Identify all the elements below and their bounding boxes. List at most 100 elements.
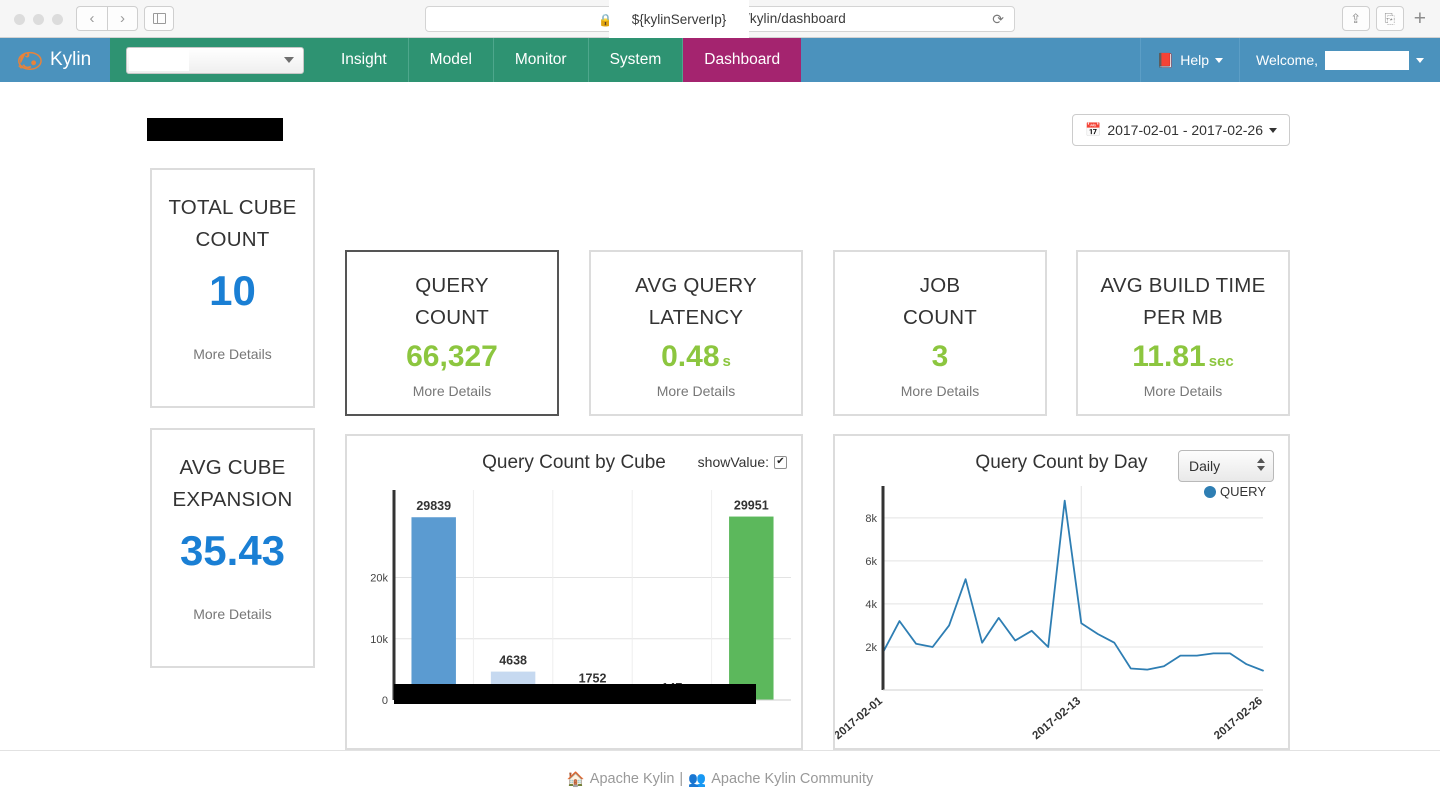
chevron-down-icon	[284, 57, 294, 63]
kpi-title: TOTAL CUBE COUNT	[168, 192, 296, 256]
forward-icon: ›	[120, 10, 125, 27]
line-chart-svg: 2k4k6k8k2017-02-012017-02-132017-02-26	[835, 478, 1288, 748]
bar-xaxis-labels-redaction	[394, 684, 756, 704]
svg-text:2017-02-01: 2017-02-01	[835, 695, 885, 742]
check-icon: ✔	[776, 457, 784, 467]
show-value-toggle[interactable]: showValue: ✔	[698, 454, 787, 470]
more-details-link[interactable]: More Details	[901, 383, 980, 399]
project-selector-wrapper	[110, 38, 320, 82]
browser-toolbar-right: ⇪ ⎘ +	[1342, 6, 1430, 31]
sidebar-toggle-button[interactable]	[144, 6, 174, 31]
project-select[interactable]	[126, 47, 304, 74]
kpi-title-line1: AVG QUERY	[635, 274, 757, 297]
new-tab-icon[interactable]: +	[1410, 8, 1430, 29]
kpi-value-unit: s	[723, 353, 731, 370]
svg-text:0: 0	[382, 695, 388, 707]
page-footer: 🏠 Apache Kylin | 👥 Apache Kylin Communit…	[0, 750, 1440, 807]
footer-separator: |	[679, 771, 683, 787]
granularity-value: Daily	[1189, 458, 1220, 474]
brand-name: Kylin	[50, 49, 91, 71]
username-redaction	[1325, 51, 1409, 70]
main-nav-tabs: Insight Model Monitor System Dashboard	[320, 38, 801, 82]
browser-chrome: ‹ › 🔒 /kylin/dashboard ⟳ ${kylinServerIp…	[0, 0, 1440, 38]
kpi-title-line2: COUNT	[903, 306, 977, 329]
maximize-window-icon[interactable]	[52, 14, 63, 25]
date-range-picker[interactable]: 📅 2017-02-01 - 2017-02-26	[1072, 114, 1290, 146]
bar-chart-svg: 010k20k298394638175214729951	[347, 478, 801, 748]
kpi-value: 3	[932, 342, 949, 372]
kpi-value-number: 11.81	[1132, 340, 1205, 373]
svg-text:2017-02-13: 2017-02-13	[1030, 695, 1083, 742]
help-menu[interactable]: 📕 Help	[1140, 38, 1240, 82]
user-menu[interactable]: Welcome,	[1240, 38, 1440, 82]
kpi-title-line1: QUERY	[415, 274, 489, 297]
show-value-label: showValue:	[698, 454, 769, 470]
close-window-icon[interactable]	[14, 14, 25, 25]
svg-text:2k: 2k	[865, 642, 877, 654]
url-host-redaction: ${kylinServerIp}	[609, 0, 749, 38]
nav-right-group: 📕 Help Welcome,	[1140, 38, 1440, 82]
footer-link-community[interactable]: Apache Kylin Community	[711, 771, 873, 787]
kpi-value-unit: sec	[1209, 353, 1234, 370]
kpi-title-line2: LATENCY	[649, 306, 743, 329]
more-details-link[interactable]: More Details	[193, 606, 272, 622]
kpi-title-line2: COUNT	[196, 228, 270, 251]
browser-nav-arrows[interactable]: ‹ ›	[76, 6, 138, 31]
kpi-title: JOB COUNT	[903, 270, 977, 334]
url-path-text: /kylin/dashboard	[746, 11, 846, 26]
kpi-card-job-count[interactable]: JOB COUNT 3 More Details	[833, 250, 1047, 416]
kpi-card-avg-build-time-per-mb[interactable]: AVG BUILD TIME PER MB 11.81sec More Deta…	[1076, 250, 1290, 416]
kpi-value: 11.81sec	[1132, 342, 1233, 372]
kpi-title-line1: AVG CUBE	[179, 456, 285, 479]
kpi-title-line2: PER MB	[1143, 306, 1223, 329]
more-details-link[interactable]: More Details	[193, 346, 272, 362]
kpi-card-total-cube-count[interactable]: TOTAL CUBE COUNT 10 More Details	[150, 168, 315, 408]
share-icon[interactable]: ⇪	[1342, 6, 1370, 31]
kpi-title: AVG BUILD TIME PER MB	[1101, 270, 1266, 334]
dashboard-main: 📅 2017-02-01 - 2017-02-26 TOTAL CUBE COU…	[0, 82, 1440, 750]
show-value-checkbox[interactable]: ✔	[774, 456, 787, 469]
nav-tab-system[interactable]: System	[589, 38, 684, 82]
help-label: Help	[1180, 52, 1209, 68]
kpi-title: AVG QUERY LATENCY	[635, 270, 757, 334]
kylin-navbar: Kylin Insight Model Monitor System Dashb…	[0, 38, 1440, 82]
brand-logo[interactable]: Kylin	[0, 38, 110, 82]
kpi-card-avg-cube-expansion[interactable]: AVG CUBE EXPANSION 35.43 More Details	[150, 428, 315, 668]
sidebar-icon	[153, 13, 166, 24]
kpi-title-line1: JOB	[920, 274, 960, 297]
more-details-link[interactable]: More Details	[413, 383, 492, 399]
minimize-window-icon[interactable]	[33, 14, 44, 25]
kpi-card-query-count[interactable]: QUERY COUNT 66,327 More Details	[345, 250, 559, 416]
kpi-value-number: 0.48	[661, 340, 719, 373]
more-details-link[interactable]: More Details	[657, 383, 736, 399]
kpi-value: 0.48s	[661, 342, 731, 372]
kpi-title-line1: AVG BUILD TIME	[1101, 274, 1266, 297]
reload-icon[interactable]: ⟳	[992, 11, 1004, 28]
kpi-value: 10	[209, 270, 256, 312]
tabs-icon[interactable]: ⎘	[1376, 6, 1404, 31]
window-traffic-lights[interactable]	[14, 14, 63, 25]
kpi-title-line2: COUNT	[415, 306, 489, 329]
kpi-value: 35.43	[180, 530, 285, 572]
panel-query-count-by-cube: Query Count by Cube showValue: ✔ 010k20k…	[345, 434, 803, 750]
chevron-down-icon	[1269, 128, 1277, 133]
svg-text:29951: 29951	[734, 499, 769, 513]
forward-button[interactable]: ›	[107, 6, 138, 31]
back-button[interactable]: ‹	[76, 6, 107, 31]
kpi-value: 66,327	[406, 342, 498, 372]
svg-text:10k: 10k	[370, 634, 388, 646]
kpi-card-avg-query-latency[interactable]: AVG QUERY LATENCY 0.48s More Details	[589, 250, 803, 416]
more-details-link[interactable]: More Details	[1144, 383, 1223, 399]
nav-tab-model[interactable]: Model	[409, 38, 494, 82]
nav-tab-dashboard[interactable]: Dashboard	[683, 38, 801, 82]
svg-text:4k: 4k	[865, 599, 877, 611]
svg-text:2017-02-26: 2017-02-26	[1212, 695, 1265, 742]
nav-tab-monitor[interactable]: Monitor	[494, 38, 589, 82]
book-icon: 📕	[1157, 52, 1174, 69]
project-value-redaction	[129, 50, 189, 71]
footer-link-apache-kylin[interactable]: Apache Kylin	[590, 771, 675, 787]
svg-text:4638: 4638	[499, 654, 527, 668]
welcome-label: Welcome,	[1256, 52, 1318, 68]
svg-text:8k: 8k	[865, 513, 877, 525]
nav-tab-insight[interactable]: Insight	[320, 38, 409, 82]
